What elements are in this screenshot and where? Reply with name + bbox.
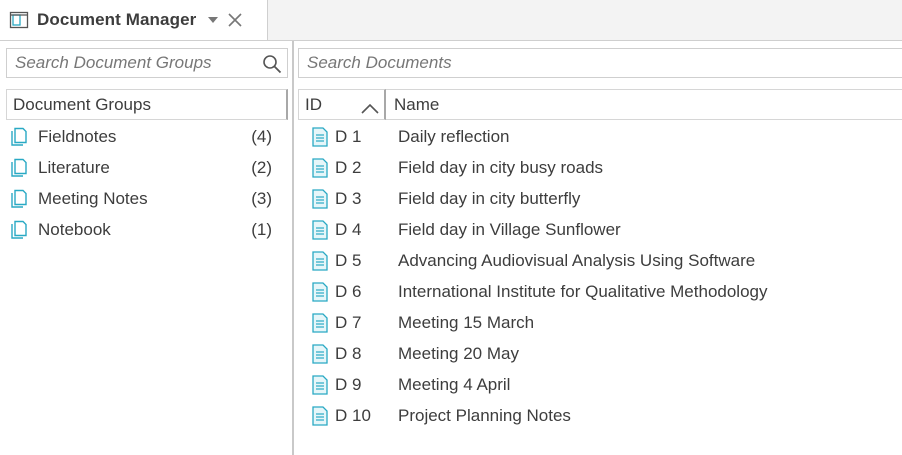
document-name: International Institute for Qualitative …	[398, 281, 768, 301]
text-document-icon	[310, 281, 330, 302]
text-document-icon	[310, 312, 330, 333]
column-header-name[interactable]: Name	[386, 89, 902, 120]
chevron-down-icon[interactable]	[206, 13, 220, 27]
document-group-icon	[8, 126, 30, 148]
text-document-icon	[310, 188, 330, 209]
document-name: Meeting 15 March	[398, 312, 535, 332]
sort-ascending-icon	[361, 99, 379, 119]
text-document-icon	[310, 126, 330, 147]
text-document-icon	[310, 219, 330, 240]
group-item-literature[interactable]: Literature (2)	[0, 152, 280, 183]
document-name: Field day in city busy roads	[398, 157, 604, 177]
document-manager-icon	[9, 10, 29, 30]
document-id: D 3	[335, 188, 362, 208]
table-row[interactable]: D 7 Meeting 15 March	[304, 307, 902, 338]
group-count: (3)	[251, 188, 272, 208]
tab-document-manager[interactable]: Document Manager	[0, 0, 268, 40]
search-icon[interactable]	[261, 53, 283, 75]
search-documents-input[interactable]	[299, 49, 902, 77]
group-item-notebook[interactable]: Notebook (1)	[0, 214, 280, 245]
document-group-icon	[8, 157, 30, 179]
document-id: D 9	[335, 374, 362, 394]
document-name: Advancing Audiovisual Analysis Using Sof…	[398, 250, 756, 270]
document-groups-header-label: Document Groups	[13, 94, 151, 114]
document-id: D 2	[335, 157, 362, 177]
document-id: D 6	[335, 281, 362, 301]
document-name: Meeting 4 April	[398, 374, 511, 394]
group-name: Literature	[38, 157, 110, 177]
group-name: Fieldnotes	[38, 126, 117, 146]
document-id: D 4	[335, 219, 362, 239]
document-id: D 8	[335, 343, 362, 363]
column-header-name-label: Name	[394, 94, 440, 114]
document-id: D 1	[335, 126, 362, 146]
table-row[interactable]: D 9 Meeting 4 April	[304, 369, 902, 400]
document-id: D 7	[335, 312, 362, 332]
group-name: Notebook	[38, 219, 111, 239]
document-name: Meeting 20 May	[398, 343, 519, 363]
close-icon[interactable]	[226, 11, 244, 29]
document-name: Daily reflection	[398, 126, 510, 146]
document-groups-header[interactable]: Document Groups	[6, 89, 288, 120]
text-document-icon	[310, 405, 330, 426]
document-id: D 5	[335, 250, 362, 270]
search-document-groups-input[interactable]	[7, 49, 287, 77]
text-document-icon	[310, 343, 330, 364]
group-count: (1)	[251, 219, 272, 239]
text-document-icon	[310, 250, 330, 271]
table-row[interactable]: D 10 Project Planning Notes	[304, 400, 902, 431]
document-group-icon	[8, 219, 30, 241]
table-row[interactable]: D 8 Meeting 20 May	[304, 338, 902, 369]
document-group-list: Fieldnotes (4) Literature (2) Meeting No…	[0, 121, 280, 245]
group-item-meeting-notes[interactable]: Meeting Notes (3)	[0, 183, 280, 214]
document-name: Project Planning Notes	[398, 405, 571, 425]
document-id: D 10	[335, 405, 371, 425]
table-row[interactable]: D 1 Daily reflection	[304, 121, 902, 152]
document-groups-pane: Document Groups Fieldnotes (4) Literatur…	[0, 41, 292, 455]
search-document-groups-box	[6, 48, 288, 78]
table-row[interactable]: D 4 Field day in Village Sunflower	[304, 214, 902, 245]
table-row[interactable]: D 5 Advancing Audiovisual Analysis Using…	[304, 245, 902, 276]
table-row[interactable]: D 3 Field day in city butterfly	[304, 183, 902, 214]
tab-title: Document Manager	[37, 10, 197, 29]
document-list: D 1 Daily reflection D 2 Field day in ci…	[304, 121, 902, 431]
table-row[interactable]: D 2 Field day in city busy roads	[304, 152, 902, 183]
document-name: Field day in city butterfly	[398, 188, 581, 208]
text-document-icon	[310, 374, 330, 395]
group-name: Meeting Notes	[38, 188, 148, 208]
tab-bar: Document Manager	[0, 0, 902, 41]
group-count: (4)	[251, 126, 272, 146]
column-header-id-label: ID	[305, 94, 322, 114]
group-item-fieldnotes[interactable]: Fieldnotes (4)	[0, 121, 280, 152]
group-count: (2)	[251, 157, 272, 177]
text-document-icon	[310, 157, 330, 178]
document-name: Field day in Village Sunflower	[398, 219, 621, 239]
table-row[interactable]: D 6 International Institute for Qualitat…	[304, 276, 902, 307]
documents-pane: ID Name D 1 Daily reflection D 2 Field d…	[294, 41, 902, 455]
document-group-icon	[8, 188, 30, 210]
search-documents-box	[298, 48, 902, 78]
column-header-id[interactable]: ID	[298, 89, 386, 120]
